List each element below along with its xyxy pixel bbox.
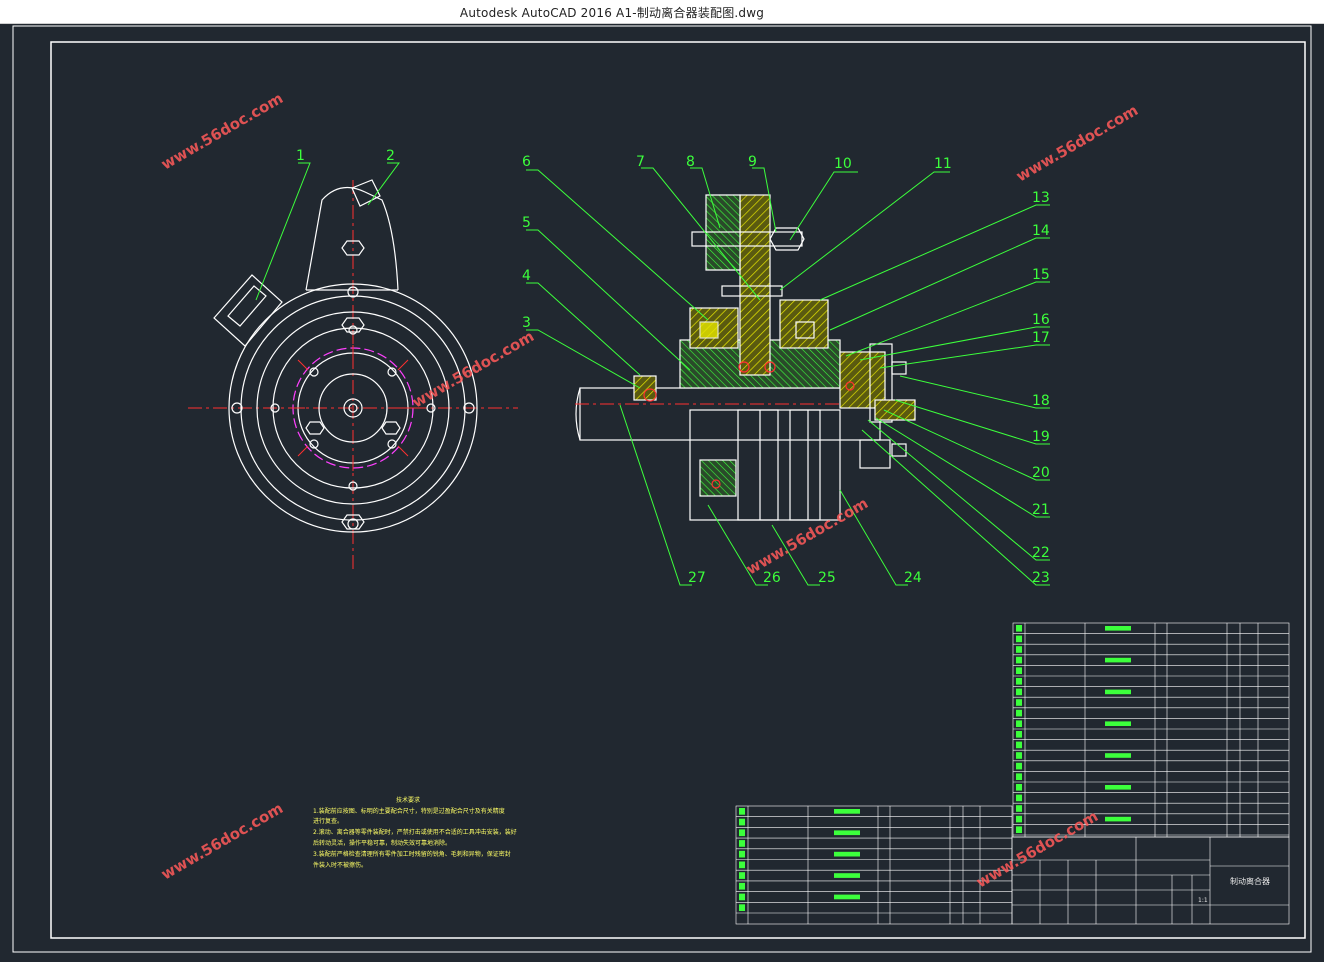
row-index-mark [739, 893, 745, 901]
row-index-mark [739, 808, 745, 815]
row-index-mark [1016, 773, 1022, 780]
callout-20: 20 [1032, 465, 1050, 481]
watermark-6: www.56doc.com [973, 807, 1101, 891]
title-block-scale: 1:1 [1198, 897, 1208, 904]
callout-8: 8 [686, 154, 695, 170]
drawing-canvas[interactable]: 1 2 6 7 8 9 10 11 13 14 15 16 17 18 19 2… [0, 24, 1324, 957]
cell-mark [1105, 785, 1131, 790]
watermarks: www.56doc.com www.56doc.com www.56doc.co… [158, 89, 1141, 891]
row-index-mark [1016, 762, 1022, 770]
callout-14: 14 [1032, 223, 1050, 239]
row-index-mark [1016, 688, 1022, 696]
row-index-mark [739, 850, 745, 858]
callout-11: 11 [934, 156, 952, 172]
window-titlebar: Autodesk AutoCAD 2016 A1-制动离合器装配图.dwg [0, 0, 1324, 24]
callout-27: 27 [688, 570, 706, 586]
callout-15: 15 [1032, 267, 1050, 283]
callout-21: 21 [1032, 502, 1050, 518]
callout-24: 24 [904, 570, 922, 586]
callout-10: 10 [834, 156, 852, 172]
cell-mark [834, 809, 860, 814]
row-index-mark [1016, 815, 1022, 823]
parts-list-upper [1012, 622, 1290, 838]
row-index-mark [1016, 794, 1022, 802]
watermark-1: www.56doc.com [158, 89, 286, 173]
tech-title: 技术要求 [396, 796, 420, 804]
row-index-mark [1016, 667, 1022, 674]
cell-mark [1105, 816, 1131, 822]
row-index-mark [739, 861, 745, 869]
section-view[interactable] [575, 194, 916, 521]
callout-25: 25 [818, 570, 836, 586]
callout-19: 19 [1032, 429, 1050, 445]
row-index-mark [1016, 784, 1022, 791]
row-index-mark [1016, 699, 1022, 706]
row-index-mark [1016, 656, 1022, 664]
row-index-mark [1016, 752, 1022, 759]
callout-16: 16 [1032, 312, 1050, 328]
row-index-mark [1016, 826, 1022, 833]
row-index-mark [739, 904, 745, 911]
cell-mark [1105, 657, 1131, 663]
inner-frame [50, 41, 1306, 939]
callout-4: 4 [522, 268, 531, 284]
watermark-4: www.56doc.com [743, 494, 871, 578]
callout-23: 23 [1032, 570, 1050, 586]
window-title: Autodesk AutoCAD 2016 A1-制动离合器装配图.dwg [459, 6, 765, 20]
callout-13: 13 [1032, 190, 1050, 206]
cell-mark [1105, 626, 1131, 631]
callout-1: 1 [296, 148, 305, 164]
cell-mark [834, 873, 860, 878]
watermark-2: www.56doc.com [1013, 101, 1141, 185]
row-index-mark [1016, 635, 1022, 643]
row-index-mark [1016, 731, 1022, 738]
tech-line-5: 3.装配前严格检查清理所有零件加工时残留的锐角、毛刺和异物，保证密封 [313, 850, 511, 858]
row-index-mark [1016, 678, 1022, 685]
callout-9: 9 [748, 154, 757, 170]
callout-2: 2 [386, 148, 395, 164]
callout-26: 26 [763, 570, 781, 586]
callout-18: 18 [1032, 393, 1050, 409]
row-index-mark [1016, 709, 1022, 717]
row-index-mark [739, 872, 745, 879]
tech-line-1: 1.装配前应按图、标明的主要配合尺寸，特别是过盈配合尺寸及有关精度 [313, 807, 505, 815]
callout-5: 5 [522, 215, 531, 231]
row-index-mark [1016, 625, 1022, 632]
cell-mark [834, 894, 860, 900]
tech-requirements: 技术要求 1.装配前应按图、标明的主要配合尺寸，特别是过盈配合尺寸及有关精度 进… [313, 796, 517, 869]
watermark-3: www.56doc.com [409, 327, 537, 411]
row-index-mark [739, 829, 745, 837]
tech-line-4: 后转动灵活，操作平稳可靠，制动失效可靠地消除。 [313, 839, 451, 847]
callout-22: 22 [1032, 545, 1050, 561]
callout-numbers: 1 2 6 7 8 9 10 11 13 14 15 16 17 18 19 2… [296, 148, 1050, 586]
parts-list-lower [735, 805, 1013, 925]
cell-mark [1105, 721, 1131, 726]
leader-lines [255, 162, 1050, 586]
outer-frame [12, 25, 1312, 953]
cell-mark [834, 830, 860, 836]
callout-7: 7 [636, 154, 645, 170]
watermark-5: www.56doc.com [158, 799, 286, 883]
tech-line-3: 2.滚动、离合器等零件装配时，严禁打击或使用不合适的工具冲击安装，装好 [313, 828, 517, 836]
callout-6: 6 [522, 154, 531, 170]
tech-line-2: 进行复查。 [313, 817, 343, 825]
callout-17: 17 [1032, 330, 1050, 346]
row-index-mark [739, 818, 745, 826]
row-index-mark [1016, 805, 1022, 812]
row-index-mark [739, 840, 745, 847]
tech-line-6: 件装入时不被擦伤。 [313, 861, 367, 869]
row-index-mark [1016, 646, 1022, 653]
row-index-mark [1016, 741, 1022, 749]
cell-mark [1105, 689, 1131, 695]
row-index-mark [739, 882, 745, 890]
cell-mark [1105, 753, 1131, 758]
title-block-name: 制动离合器 [1230, 876, 1270, 886]
row-index-mark [1016, 720, 1022, 727]
cell-mark [834, 851, 860, 857]
